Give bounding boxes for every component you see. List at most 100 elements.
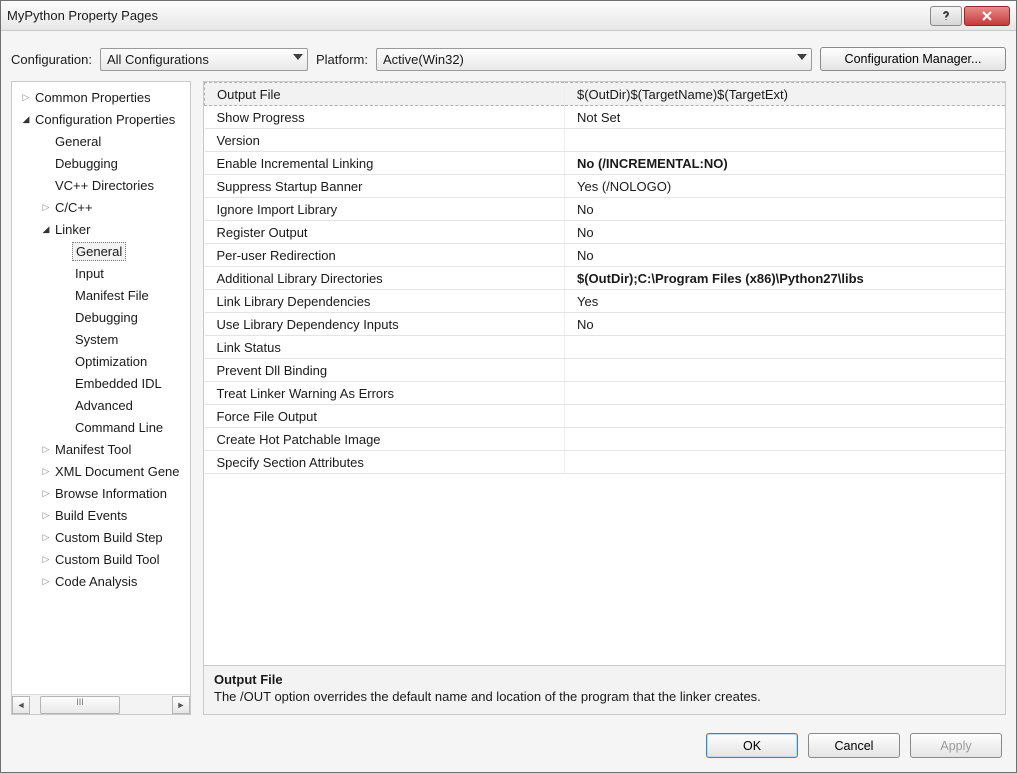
tree-item[interactable]: ▷Custom Build Tool — [12, 548, 190, 570]
property-row[interactable]: Link Status — [205, 336, 1006, 359]
property-name: Specify Section Attributes — [205, 451, 565, 474]
property-name: Create Hot Patchable Image — [205, 428, 565, 451]
description-title: Output File — [214, 672, 995, 687]
cancel-button[interactable]: Cancel — [808, 733, 900, 758]
property-value[interactable] — [565, 129, 1006, 152]
property-value[interactable] — [565, 382, 1006, 405]
close-button[interactable] — [964, 6, 1010, 26]
ok-button[interactable]: OK — [706, 733, 798, 758]
property-row[interactable]: Show ProgressNot Set — [205, 106, 1006, 129]
tree-item[interactable]: ▷VC++ Directories — [12, 174, 190, 196]
property-row[interactable]: Suppress Startup BannerYes (/NOLOGO) — [205, 175, 1006, 198]
tree-item-label: Command Line — [72, 419, 166, 436]
property-name: Additional Library Directories — [205, 267, 565, 290]
chevron-down-icon — [797, 54, 807, 60]
help-button[interactable] — [930, 6, 962, 26]
tree-collapsed-icon[interactable]: ▷ — [40, 466, 52, 477]
tree-expanded-icon[interactable]: ◢ — [20, 114, 32, 125]
property-row[interactable]: Additional Library Directories$(OutDir);… — [205, 267, 1006, 290]
property-value[interactable]: Not Set — [565, 106, 1006, 129]
tree-item[interactable]: ▷Debugging — [12, 152, 190, 174]
property-row[interactable]: Version — [205, 129, 1006, 152]
tree-expanded-icon[interactable]: ◢ — [40, 224, 52, 235]
property-row[interactable]: Link Library DependenciesYes — [205, 290, 1006, 313]
tree-item-label: General — [72, 242, 126, 261]
tree-collapsed-icon[interactable]: ▷ — [40, 532, 52, 543]
tree-item[interactable]: ◢Linker — [12, 218, 190, 240]
property-value[interactable] — [565, 428, 1006, 451]
tree-collapsed-icon[interactable]: ▷ — [40, 554, 52, 565]
property-row[interactable]: Use Library Dependency InputsNo — [205, 313, 1006, 336]
tree-item-label: Browse Information — [52, 485, 170, 502]
property-row[interactable]: Enable Incremental LinkingNo (/INCREMENT… — [205, 152, 1006, 175]
property-value[interactable] — [565, 405, 1006, 428]
tree-item[interactable]: ▷Optimization — [12, 350, 190, 372]
configuration-combo[interactable]: All Configurations — [100, 48, 308, 71]
tree-item[interactable]: ▷Build Events — [12, 504, 190, 526]
property-row[interactable]: Treat Linker Warning As Errors — [205, 382, 1006, 405]
property-value[interactable]: No — [565, 313, 1006, 336]
tree-collapsed-icon[interactable]: ▷ — [40, 202, 52, 213]
tree-item-label: Debugging — [72, 309, 141, 326]
tree-item[interactable]: ▷Common Properties — [12, 86, 190, 108]
property-name: Version — [205, 129, 565, 152]
tree-item[interactable]: ▷Command Line — [12, 416, 190, 438]
tree-collapsed-icon[interactable]: ▷ — [40, 444, 52, 455]
property-value[interactable] — [565, 336, 1006, 359]
tree-item-label: Custom Build Step — [52, 529, 166, 546]
property-value[interactable] — [565, 359, 1006, 382]
property-value[interactable]: Yes (/NOLOGO) — [565, 175, 1006, 198]
property-row[interactable]: Per-user RedirectionNo — [205, 244, 1006, 267]
property-name: Register Output — [205, 221, 565, 244]
property-value[interactable]: No (/INCREMENTAL:NO) — [565, 152, 1006, 175]
scroll-thumb[interactable]: III — [40, 696, 120, 714]
property-row[interactable]: Specify Section Attributes — [205, 451, 1006, 474]
tree-item[interactable]: ▷Manifest Tool — [12, 438, 190, 460]
property-row[interactable]: Create Hot Patchable Image — [205, 428, 1006, 451]
tree-item[interactable]: ▷Code Analysis — [12, 570, 190, 592]
tree-item[interactable]: ▷General — [12, 130, 190, 152]
tree-item[interactable]: ▷General — [12, 240, 190, 262]
property-row[interactable]: Output File$(OutDir)$(TargetName)$(Targe… — [205, 83, 1006, 106]
titlebar[interactable]: MyPython Property Pages — [1, 1, 1016, 31]
tree-collapsed-icon[interactable]: ▷ — [20, 92, 32, 103]
property-row[interactable]: Register OutputNo — [205, 221, 1006, 244]
tree-item[interactable]: ◢Configuration Properties — [12, 108, 190, 130]
tree-item[interactable]: ▷Browse Information — [12, 482, 190, 504]
property-grid[interactable]: Output File$(OutDir)$(TargetName)$(Targe… — [204, 82, 1005, 474]
tree-item[interactable]: ▷System — [12, 328, 190, 350]
platform-combo[interactable]: Active(Win32) — [376, 48, 812, 71]
property-row[interactable]: Ignore Import LibraryNo — [205, 198, 1006, 221]
tree-collapsed-icon[interactable]: ▷ — [40, 510, 52, 521]
property-name: Enable Incremental Linking — [205, 152, 565, 175]
tree-collapsed-icon[interactable]: ▷ — [40, 576, 52, 587]
window-title: MyPython Property Pages — [7, 8, 930, 23]
tree-item[interactable]: ▷XML Document Gene — [12, 460, 190, 482]
property-row[interactable]: Force File Output — [205, 405, 1006, 428]
tree-item-label: Embedded IDL — [72, 375, 165, 392]
property-value[interactable]: No — [565, 221, 1006, 244]
scroll-left-icon[interactable]: ◄ — [12, 696, 30, 714]
configuration-manager-button[interactable]: Configuration Manager... — [820, 47, 1006, 71]
property-value[interactable]: $(OutDir);C:\Program Files (x86)\Python2… — [565, 267, 1006, 290]
property-value[interactable]: $(OutDir)$(TargetName)$(TargetExt) — [565, 83, 1006, 106]
scroll-right-icon[interactable]: ► — [172, 696, 190, 714]
tree-item[interactable]: ▷Custom Build Step — [12, 526, 190, 548]
tree-item[interactable]: ▷Embedded IDL — [12, 372, 190, 394]
nav-tree[interactable]: ▷Common Properties◢Configuration Propert… — [12, 82, 190, 694]
property-value[interactable] — [565, 451, 1006, 474]
property-name: Ignore Import Library — [205, 198, 565, 221]
property-row[interactable]: Prevent Dll Binding — [205, 359, 1006, 382]
property-value[interactable]: No — [565, 198, 1006, 221]
apply-button[interactable]: Apply — [910, 733, 1002, 758]
tree-item[interactable]: ▷Manifest File — [12, 284, 190, 306]
tree-item[interactable]: ▷Advanced — [12, 394, 190, 416]
tree-item[interactable]: ▷Input — [12, 262, 190, 284]
tree-item[interactable]: ▷C/C++ — [12, 196, 190, 218]
property-value[interactable]: No — [565, 244, 1006, 267]
tree-item[interactable]: ▷Debugging — [12, 306, 190, 328]
tree-hscrollbar[interactable]: ◄ III ► — [12, 694, 190, 714]
tree-item-label: Configuration Properties — [32, 111, 178, 128]
property-value[interactable]: Yes — [565, 290, 1006, 313]
tree-collapsed-icon[interactable]: ▷ — [40, 488, 52, 499]
